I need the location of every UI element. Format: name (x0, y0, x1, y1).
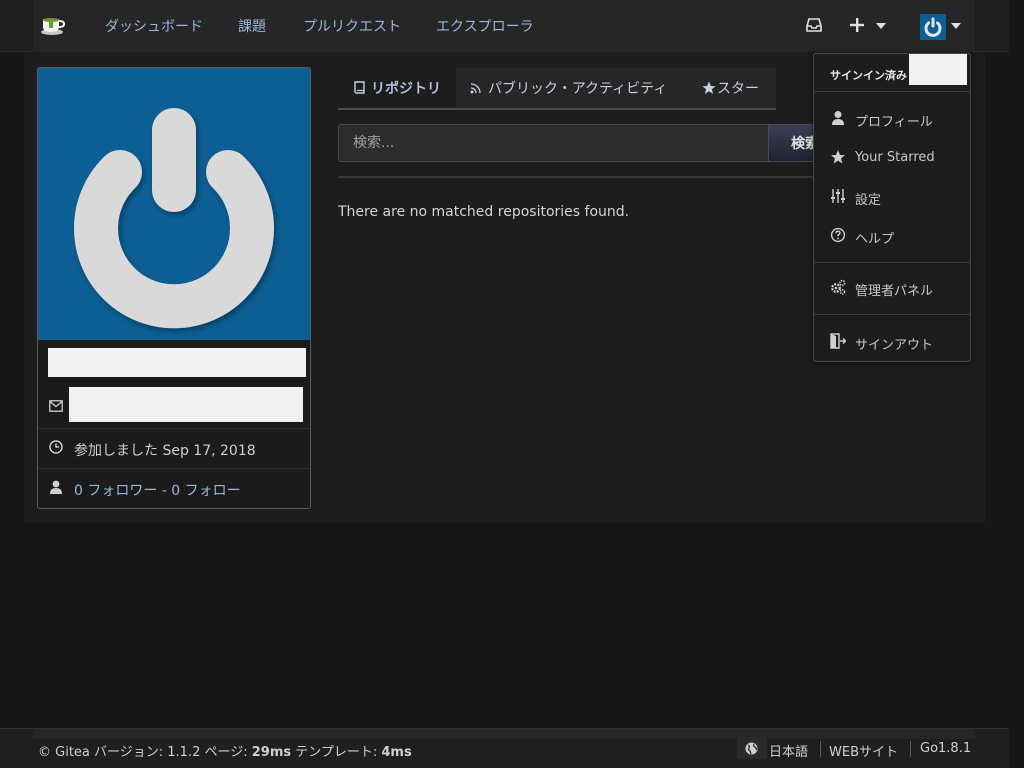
search-input[interactable] (338, 124, 769, 162)
menu-divider (814, 91, 970, 92)
footer-inner (33, 729, 975, 739)
footer-page-time: 29ms (251, 745, 292, 760)
nav-link-dashboard[interactable]: ダッシュボード (105, 16, 203, 36)
followers-row: 0 フォロワー - 0 フォロー (38, 468, 310, 508)
menu-item-label: プロフィール (855, 115, 933, 130)
tab-stars-label: スター (717, 81, 759, 97)
plus-icon (850, 18, 864, 32)
globe-icon[interactable] (745, 742, 758, 755)
rss-icon (470, 83, 481, 94)
profile-tabs: リポジトリ パブリック・アクティビティ スター (338, 68, 776, 110)
menu-item-help[interactable]: ヘルプ (814, 220, 970, 252)
person-icon (832, 111, 844, 125)
website-link[interactable]: WEBサイト (829, 741, 898, 760)
footer-separator (910, 741, 911, 757)
create-new-button[interactable] (849, 17, 886, 37)
footer-template-label: テンプレート: (291, 745, 382, 760)
tab-public-activity-label: パブリック・アクティビティ (488, 81, 668, 97)
footer-separator (820, 741, 821, 757)
user-menu-button[interactable] (920, 14, 961, 44)
joined-row: 参加しました Sep 17, 2018 (38, 428, 310, 468)
menu-item-label: ヘルプ (855, 232, 895, 247)
redacted-email (69, 387, 303, 422)
redacted-signed-in-username (909, 54, 967, 85)
inbox-icon[interactable] (806, 17, 822, 37)
menu-item-admin-panel[interactable]: 管理者パネル (814, 272, 970, 304)
tab-stars[interactable]: スター (686, 68, 776, 108)
menu-item-label: サインアウト (855, 338, 934, 353)
chevron-down-icon (876, 23, 886, 29)
go-version: Go1.8.1 (920, 741, 972, 756)
menu-item-settings[interactable]: 設定 (814, 181, 970, 213)
menu-item-sign-out[interactable]: サインアウト (814, 326, 970, 358)
avatar-power-icon (920, 14, 946, 40)
profile-card: 参加しました Sep 17, 2018 0 フォロワー - 0 フォロー (37, 67, 311, 509)
gitea-logo-icon[interactable] (40, 13, 66, 37)
settings-sliders-icon (831, 189, 845, 203)
empty-results-message: There are no matched repositories found. (338, 204, 630, 220)
tab-public-activity[interactable]: パブリック・アクティビティ (456, 68, 682, 108)
divider (338, 176, 818, 178)
joined-date: 参加しました Sep 17, 2018 (74, 443, 256, 459)
menu-item-label: 管理者パネル (855, 284, 934, 299)
menu-divider (814, 262, 970, 263)
footer: © Gitea バージョン: 1.1.2 ページ: 29ms テンプレート: 4… (0, 728, 1009, 768)
person-icon (50, 480, 62, 494)
menu-divider (814, 314, 970, 315)
book-icon (354, 81, 365, 94)
clock-icon (49, 440, 63, 454)
nav-link-issues[interactable]: 課題 (238, 16, 266, 36)
user-dropdown-menu: サインイン済み プロフィール Your Starred 設定 ヘルプ 管理者パネ… (813, 53, 971, 362)
tab-repositories-label: リポジトリ (371, 81, 441, 97)
footer-template-time: 4ms (381, 745, 412, 760)
footer-version-info: © Gitea バージョン: 1.1.2 ページ: 29ms テンプレート: 4… (38, 741, 412, 760)
menu-item-your-starred[interactable]: Your Starred (814, 142, 970, 174)
star-icon (831, 150, 845, 164)
profile-name-row (38, 340, 310, 384)
profile-email-row (38, 384, 310, 428)
tab-repositories[interactable]: リポジトリ (338, 68, 456, 108)
scrollbar[interactable] (1009, 0, 1024, 768)
mail-icon (49, 400, 63, 412)
redacted-username (48, 348, 306, 377)
sign-out-icon (830, 333, 846, 349)
footer-version-text: © Gitea バージョン: 1.1.2 ページ: (38, 745, 252, 760)
gears-icon (831, 279, 846, 295)
star-icon (702, 81, 716, 94)
chevron-down-icon (951, 23, 961, 29)
nav-link-pull-requests[interactable]: プルリクエスト (303, 16, 401, 36)
menu-item-profile[interactable]: プロフィール (814, 103, 970, 135)
nav-link-explore[interactable]: エクスプローラ (436, 16, 534, 36)
avatar (38, 68, 310, 340)
followers-link[interactable]: 0 フォロワー - 0 フォロー (74, 480, 241, 500)
signed-in-header: サインイン済み (830, 69, 907, 82)
menu-item-label: 設定 (855, 193, 882, 208)
menu-item-label: Your Starred (855, 150, 935, 165)
language-selector[interactable]: 日本語 (769, 741, 808, 760)
help-circle-icon (830, 227, 846, 243)
